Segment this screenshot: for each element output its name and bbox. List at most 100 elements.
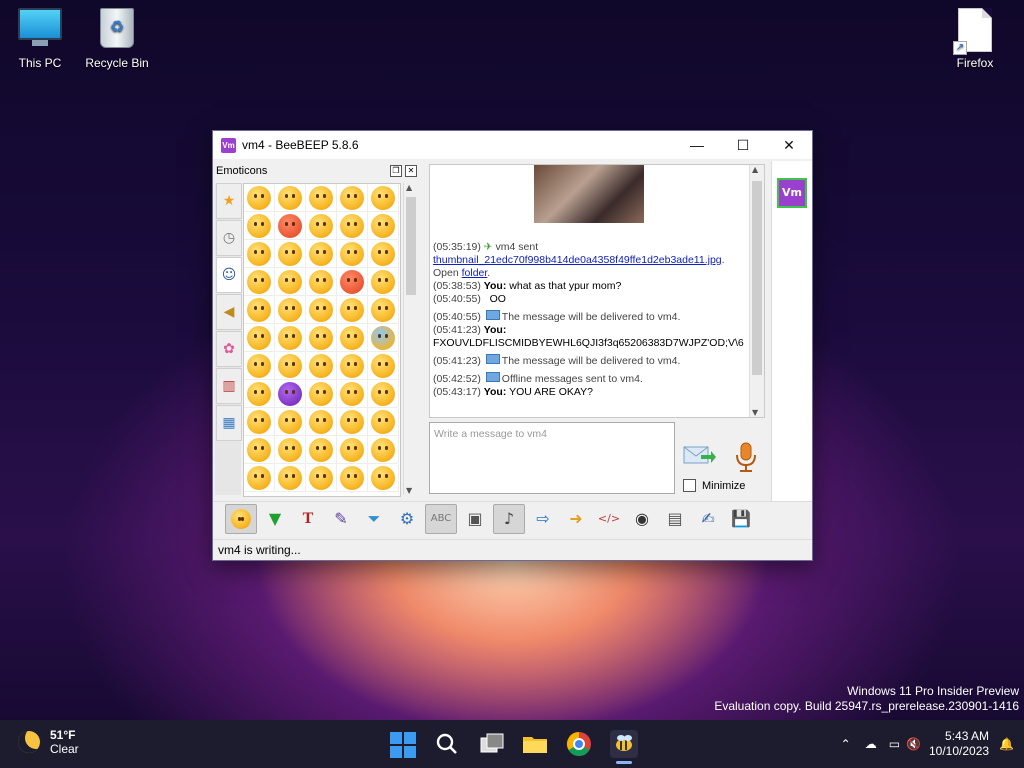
chat-scrollbar[interactable]: ▲ ▼ <box>749 165 764 417</box>
emoticon-item[interactable] <box>368 212 399 240</box>
emoticon-item[interactable] <box>368 324 399 352</box>
screenshot-icon[interactable]: ◉ <box>627 505 657 533</box>
filter-icon[interactable]: ⏷ <box>359 505 389 533</box>
float-panel-icon[interactable]: ❐ <box>390 165 402 177</box>
html-code-icon[interactable]: </> <box>594 505 624 533</box>
emoticon-item[interactable] <box>306 268 337 296</box>
send-message-button[interactable] <box>683 441 717 471</box>
emoticon-item[interactable] <box>337 464 368 492</box>
emoticon-item[interactable] <box>244 436 275 464</box>
emoticon-item[interactable] <box>244 324 275 352</box>
desktop-icon-firefox[interactable]: ↗ Firefox <box>935 0 1015 70</box>
emoticon-item[interactable] <box>275 268 306 296</box>
emoticon-item[interactable] <box>275 352 306 380</box>
music-note-icon[interactable]: ♪ <box>493 503 525 534</box>
emoticon-item[interactable] <box>337 352 368 380</box>
clock[interactable]: 5:43 AM 10/10/2023 <box>929 729 989 759</box>
emoticon-item[interactable] <box>337 268 368 296</box>
save-chat-icon[interactable]: 💾 <box>726 505 756 533</box>
minimize-button[interactable]: — <box>674 131 720 159</box>
save-down-icon[interactable]: ▼ <box>260 505 290 533</box>
word-completer-icon[interactable]: ▣ <box>460 505 490 533</box>
emoticon-item[interactable] <box>368 240 399 268</box>
building-icon[interactable]: ▥ <box>216 368 242 404</box>
emoticon-item[interactable] <box>275 296 306 324</box>
emoticon-item[interactable] <box>337 324 368 352</box>
security-icon[interactable]: ☁ <box>865 737 877 751</box>
emoticon-item[interactable] <box>244 380 275 408</box>
chevron-up-icon[interactable]: ⌃ <box>841 737 851 751</box>
desktop-icon-this-pc[interactable]: This PC <box>0 0 80 70</box>
emoticon-item[interactable] <box>337 408 368 436</box>
emoticon-item[interactable] <box>306 408 337 436</box>
message-input[interactable]: Write a message to vm4 <box>429 422 675 494</box>
spellcheck-icon[interactable]: ABC <box>425 503 457 534</box>
color-picker-icon[interactable]: ✎ <box>326 505 356 533</box>
title-bar[interactable]: Vm vm4 - BeeBEEP 5.8.6 — ☐ ✕ <box>213 131 812 159</box>
emoticon-item[interactable] <box>337 436 368 464</box>
emoticon-item[interactable] <box>368 408 399 436</box>
weather-widget[interactable]: 51°F Clear <box>18 728 79 756</box>
flower-icon[interactable]: ✿ <box>216 331 242 367</box>
clock-icon[interactable]: ◷ <box>216 220 242 256</box>
emoticon-scrollbar[interactable]: ▲ ▼ <box>403 183 418 495</box>
emoticon-item[interactable] <box>275 380 306 408</box>
open-folder-link[interactable]: folder <box>462 267 488 279</box>
emoticon-item[interactable] <box>337 380 368 408</box>
emoticon-item[interactable] <box>306 212 337 240</box>
checkbox[interactable] <box>683 479 696 492</box>
search-icon[interactable] <box>433 730 461 758</box>
emoticon-item[interactable] <box>306 464 337 492</box>
emoticon-item[interactable] <box>244 212 275 240</box>
emoticon-item[interactable] <box>368 352 399 380</box>
send-file-icon[interactable]: ⇨ <box>528 505 558 533</box>
emoticon-item[interactable] <box>244 296 275 324</box>
emoticon-item[interactable] <box>306 352 337 380</box>
emoticon-item[interactable] <box>244 352 275 380</box>
send-folder-icon[interactable]: ➜ <box>561 505 591 533</box>
emoticon-item[interactable] <box>368 268 399 296</box>
emoticon-item[interactable] <box>275 464 306 492</box>
network-icon[interactable]: ▭ <box>889 737 900 751</box>
clear-chat-icon[interactable]: ▤ <box>660 505 690 533</box>
emoticon-item[interactable] <box>337 296 368 324</box>
emoticon-item[interactable] <box>244 268 275 296</box>
smiley-category-icon[interactable]: ☺ <box>216 257 242 293</box>
emoticon-item[interactable] <box>275 212 306 240</box>
settings-icon[interactable]: ⚙ <box>392 505 422 533</box>
emoticon-item[interactable] <box>368 380 399 408</box>
close-button[interactable]: ✕ <box>766 131 812 159</box>
beebeep-taskbar-icon[interactable] <box>610 730 638 764</box>
notification-bell-icon[interactable]: 🔔 <box>999 737 1014 751</box>
emoticon-item[interactable] <box>337 184 368 212</box>
emoticon-item[interactable] <box>337 212 368 240</box>
symbols-icon[interactable]: ▦ <box>216 405 242 441</box>
star-icon[interactable]: ★ <box>216 183 242 219</box>
close-panel-icon[interactable]: ✕ <box>405 165 417 177</box>
task-view-icon[interactable] <box>478 730 506 758</box>
emoticon-item[interactable] <box>368 184 399 212</box>
emoticon-item[interactable] <box>368 464 399 492</box>
emoticon-item[interactable] <box>244 240 275 268</box>
font-icon[interactable]: T <box>293 505 323 533</box>
emoticon-button[interactable] <box>225 503 257 534</box>
emoticon-item[interactable] <box>244 408 275 436</box>
speaker-icon[interactable]: ◀ <box>216 294 242 330</box>
emoticon-item[interactable] <box>244 464 275 492</box>
volume-muted-icon[interactable]: 🔇 <box>906 737 921 751</box>
emoticon-item[interactable] <box>275 324 306 352</box>
emoticon-item[interactable] <box>306 184 337 212</box>
file-explorer-icon[interactable] <box>521 730 549 758</box>
emoticon-item[interactable] <box>368 436 399 464</box>
start-button[interactable] <box>390 732 416 758</box>
desktop-icon-recycle-bin[interactable]: Recycle Bin <box>77 0 157 70</box>
emoticon-item[interactable] <box>306 380 337 408</box>
emoticon-item[interactable] <box>275 436 306 464</box>
voice-message-button[interactable] <box>733 441 759 473</box>
emoticon-item[interactable] <box>337 240 368 268</box>
emoticon-item[interactable] <box>306 296 337 324</box>
emoticon-item[interactable] <box>306 436 337 464</box>
file-link[interactable]: thumbnail_21edc70f998b414de0a4358f49ffe1… <box>433 254 722 266</box>
minimize-checkbox[interactable]: Minimize <box>683 479 745 492</box>
emoticon-item[interactable] <box>306 324 337 352</box>
